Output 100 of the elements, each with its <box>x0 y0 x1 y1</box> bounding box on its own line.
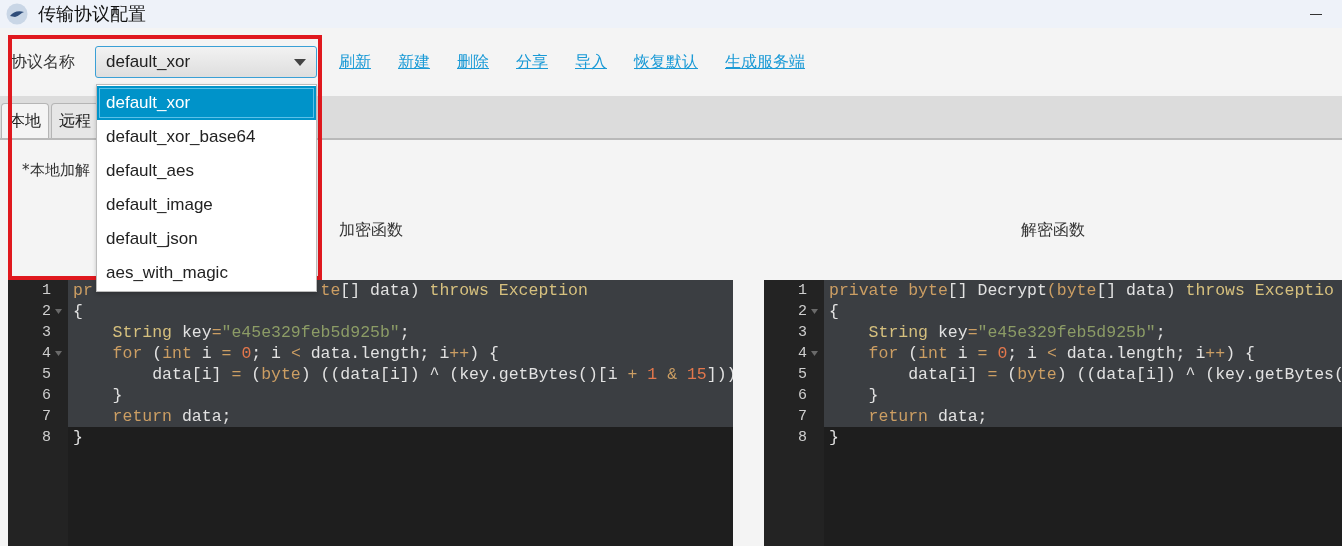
code-token: 1 <box>647 365 659 384</box>
editor-title: 解密函数 <box>1021 219 1085 241</box>
code-token: ( <box>151 344 163 363</box>
code-token: [] data) <box>340 281 421 300</box>
code-token: data.length; i <box>1065 344 1206 363</box>
dropdown-option[interactable]: default_image <box>97 188 316 222</box>
code-token: ; i <box>251 344 282 363</box>
code-token: pr <box>73 281 93 300</box>
code-token: < <box>290 344 301 363</box>
code-token: ( <box>907 344 919 363</box>
fold-arrow-icon[interactable] <box>811 351 818 356</box>
code-token: ) { <box>469 344 499 363</box>
fold-arrow-icon[interactable] <box>811 309 818 314</box>
code-token: = <box>221 344 233 363</box>
code-token: } <box>867 386 879 405</box>
line-number: 7 <box>42 408 51 425</box>
dropdown-option[interactable]: default_json <box>97 222 316 256</box>
line-number: 7 <box>798 408 807 425</box>
code-token: throws Exception <box>429 281 588 300</box>
line-number: 5 <box>42 366 51 383</box>
code-token: } <box>73 428 83 447</box>
line-number: 3 <box>798 324 807 341</box>
code-token: te <box>320 281 341 300</box>
window-title: 传输协议配置 <box>38 2 146 26</box>
code-token: int <box>918 344 948 363</box>
line-number: 5 <box>798 366 807 383</box>
code-token: & <box>667 365 679 384</box>
caret-icon <box>294 58 306 66</box>
code-token: ; <box>399 323 410 342</box>
protocol-name-label: 协议名称 <box>11 51 76 73</box>
code-token: "e45e329feb5d925b" <box>221 323 400 342</box>
code-token: = <box>211 323 222 342</box>
note-text: *本地加解 <box>22 161 90 180</box>
code-token: = <box>967 323 978 342</box>
code-token: data.length; i <box>309 344 450 363</box>
line-number: 1 <box>798 282 807 299</box>
code-token: 0 <box>997 344 1008 363</box>
line-number: 4 <box>798 345 807 362</box>
code-token: ++ <box>449 344 470 363</box>
code-token: [] Decrypt <box>947 281 1047 300</box>
code-token: byte <box>1056 281 1097 300</box>
code-token: i <box>956 344 969 363</box>
code-token: ) ((data[i]) ^ (key.getBytes()[i <box>300 365 619 384</box>
code-token: 0 <box>241 344 252 363</box>
code-token: data; <box>936 407 988 426</box>
line-number: 2 <box>798 303 807 320</box>
line-number: 2 <box>42 303 51 320</box>
code-token: } <box>111 386 123 405</box>
line-number: 6 <box>798 387 807 404</box>
line-number: 8 <box>798 429 807 446</box>
code-token: = <box>987 365 998 384</box>
code-token: return <box>111 407 173 426</box>
tab[interactable]: 远程 <box>51 103 99 138</box>
code-token: for <box>111 344 143 363</box>
code-token: = <box>231 365 242 384</box>
code-token: = <box>977 344 989 363</box>
code-token: int <box>162 344 192 363</box>
app-logo-icon <box>6 3 28 25</box>
code-token: ++ <box>1205 344 1226 363</box>
line-number: 1 <box>42 282 51 299</box>
fold-arrow-icon[interactable] <box>55 351 62 356</box>
code-token: < <box>1046 344 1057 363</box>
code-token: String <box>111 323 173 342</box>
code-token: ; i <box>1007 344 1038 363</box>
code-token: { <box>829 302 839 321</box>
code-token: "e45e329feb5d925b" <box>977 323 1156 342</box>
code-token: data[i] <box>151 365 223 384</box>
code-editor[interactable] <box>764 280 1342 546</box>
code-token: key <box>936 323 968 342</box>
line-number: 4 <box>42 345 51 362</box>
code-token: ( <box>1006 365 1018 384</box>
code-token: throws Exceptio <box>1185 281 1335 300</box>
code-token: ])) <box>706 365 733 384</box>
code-token: ( <box>1046 281 1057 300</box>
line-number: 3 <box>42 324 51 341</box>
dropdown-option[interactable]: default_xor_base64 <box>97 120 316 154</box>
line-number: 6 <box>42 387 51 404</box>
code-token: { <box>73 302 83 321</box>
code-token: for <box>867 344 899 363</box>
code-token: [] data) <box>1096 281 1177 300</box>
dropdown-option[interactable]: aes_with_magic <box>97 256 316 290</box>
code-token: data[i] <box>907 365 979 384</box>
code-token: ; <box>1155 323 1166 342</box>
code-token: 15 <box>686 365 707 384</box>
code-token: key <box>180 323 212 342</box>
code-token: ) { <box>1225 344 1255 363</box>
line-number: 8 <box>42 429 51 446</box>
dropdown-option[interactable]: default_aes <box>97 154 316 188</box>
code-token: byte <box>1017 365 1057 384</box>
minimize-icon[interactable] <box>1310 13 1322 15</box>
code-token: private byte <box>829 281 948 300</box>
code-editor[interactable]: 1 2 3 4 5 6 7 8 pr te[] data) throws Exception { String key="e45e329feb5d925b"; for (int i = 0; i < data.length; i++) { data[i] = (byte) ((data[i]) ^ (key.getBytes()[i + 1 & 15])) } return data; } <box>8 280 733 546</box>
code-token: + <box>627 365 639 384</box>
editor-title: 加密函数 <box>338 219 403 241</box>
code-token: } <box>829 428 839 447</box>
code-token: byte <box>261 365 301 384</box>
protocol-combo-box[interactable]: default_xor <box>95 46 317 78</box>
fold-arrow-icon[interactable] <box>55 309 62 314</box>
code-token: String <box>867 323 929 342</box>
code-token: i <box>200 344 213 363</box>
